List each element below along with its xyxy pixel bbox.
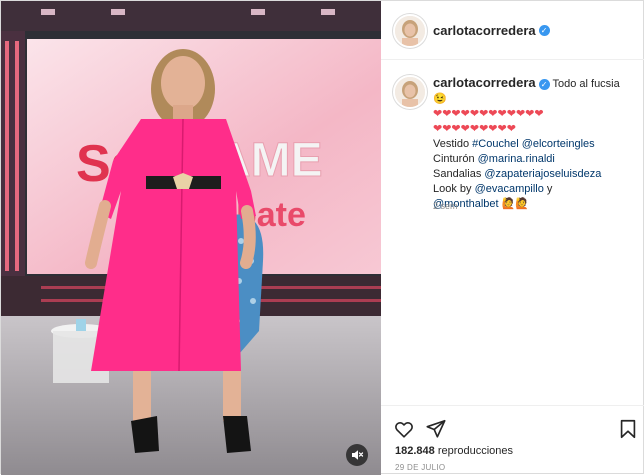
speaker-muted-icon [352,450,364,460]
caption-label: Look by [433,183,472,195]
caption-avatar[interactable] [393,75,427,109]
avatar[interactable] [393,14,427,48]
post-header: carlotacorredera ✓ [381,1,644,60]
caption-line-cinturon: Cinturón @marina.rinaldi [433,152,633,167]
verified-badge-icon: ✓ [538,25,550,37]
post-caption: carlotacorredera ✓ Todo al fucsia 😉 ❤❤❤❤❤… [433,75,633,212]
post-video[interactable]: Sá AME bate [1,1,381,475]
header-username[interactable]: carlotacorredera [433,23,536,38]
caption-username[interactable]: carlotacorredera [433,75,536,90]
avatar-image [395,77,425,107]
mention-link[interactable]: @evacampillo [475,183,544,195]
paper-plane-icon [426,419,446,438]
view-count[interactable]: 182.848 reproducciones [395,445,513,457]
caption-label: Vestido [433,138,470,150]
mention-link[interactable]: @elcorteingles [522,138,595,150]
wink-emoji: 😉 [433,93,447,105]
view-count-label: reproducciones [437,445,514,457]
hearts-row-2: ❤❤❤❤❤❤❤❤❤ [433,123,516,135]
caption-text: Todo al fucsia [552,78,620,90]
bookmark-icon [620,419,636,439]
share-button[interactable] [425,418,447,440]
raised-hand-emojis: 🙋🙋 [501,198,530,210]
post-date[interactable]: 29 DE JULIO [395,463,445,472]
view-count-number: 182.848 [395,445,435,457]
caption-label: Sandalias [433,168,482,180]
caption-label: Cinturón [433,153,475,165]
avatar-image [395,16,425,46]
instagram-post: Sá AME bate carlotacorredera ✓ carlotaco… [0,0,644,475]
heart-outline-icon [395,421,413,438]
header-user: carlotacorredera ✓ [433,22,550,40]
sound-toggle-button[interactable] [346,444,368,466]
verified-badge-icon: ✓ [538,78,550,90]
caption-line-sandalias: Sandalias @zapateriajoseluisdeza [433,167,633,182]
caption-line-look: Look by @evacampillo y [433,182,633,197]
caption-line-vestido: Vestido #Couchel @elcorteingles [433,137,633,152]
action-bar [381,405,644,450]
mention-link[interactable]: @zapateriajoseluisdeza [484,168,601,180]
caption-timestamp[interactable]: 2 sem [433,201,458,211]
save-button[interactable] [617,418,639,440]
caption-line-look-2: @monthalbet 🙋🙋 [433,197,633,212]
video-frame-illustration: Sá AME bate [1,1,381,475]
hearts-row-1: ❤❤❤❤❤❤❤❤❤❤❤❤ [433,108,544,120]
caption-conjunction: y [546,183,553,195]
post-side-panel: carlotacorredera ✓ carlotacorredera ✓ Todo… [381,1,644,475]
like-button[interactable] [393,418,415,440]
hashtag-link[interactable]: #Couchel [472,138,518,150]
mention-link[interactable]: @marina.rinaldi [478,153,555,165]
